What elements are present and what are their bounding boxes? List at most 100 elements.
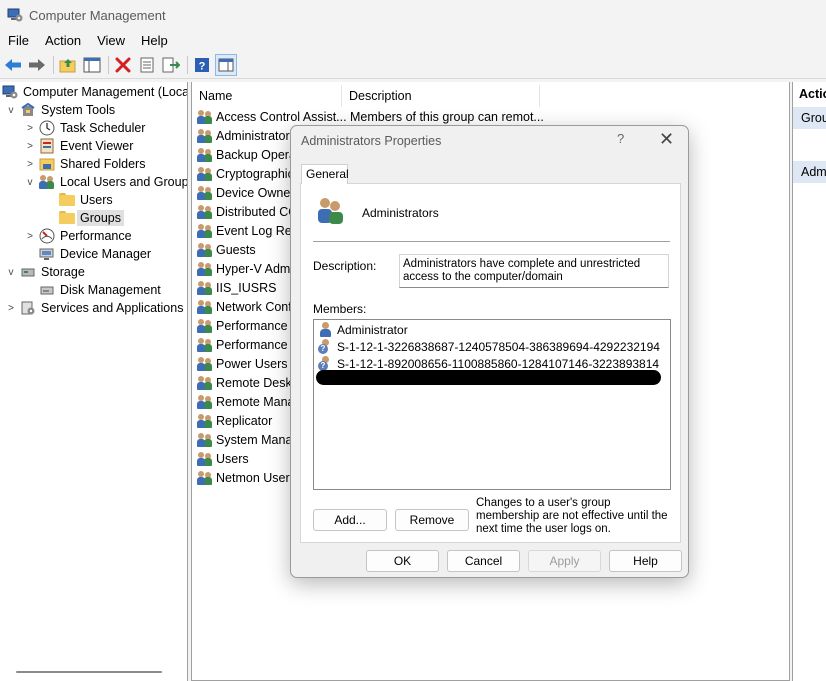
- member-name: S-1-12-1-3226838687-1240578504-386389694…: [337, 340, 660, 354]
- export-list-icon[interactable]: [160, 54, 182, 76]
- back-arrow-icon[interactable]: [2, 54, 24, 76]
- administrators-properties-dialog: Administrators Properties ? ✕ General Ad…: [290, 125, 689, 578]
- group-icon: [197, 337, 213, 353]
- group-icon: [197, 109, 213, 125]
- column-header-description[interactable]: Description: [342, 85, 540, 107]
- properties-icon[interactable]: [136, 54, 158, 76]
- forward-arrow-icon[interactable]: [26, 54, 48, 76]
- tree-item-device-manager[interactable]: Device Manager: [39, 245, 151, 263]
- actions-section-groups[interactable]: Grou: [793, 107, 826, 129]
- tree-item-disk-management[interactable]: Disk Management: [39, 281, 161, 299]
- help-button[interactable]: Help: [609, 550, 682, 572]
- menu-file[interactable]: File: [0, 30, 37, 52]
- services-icon: [20, 300, 36, 316]
- member-name: Administrator: [337, 323, 408, 337]
- actions-title: Actio: [799, 87, 826, 101]
- chevron-down-icon[interactable]: v: [5, 104, 17, 116]
- tree-item-system-tools[interactable]: v System Tools: [5, 101, 115, 119]
- tree-item-local-users-and-groups[interactable]: v Local Users and Groups: [24, 173, 188, 191]
- storage-icon: [20, 264, 36, 280]
- up-folder-icon[interactable]: [57, 54, 79, 76]
- actions-section-administrators[interactable]: Adm: [793, 161, 826, 183]
- tree-item-label: Task Scheduler: [60, 121, 146, 135]
- group-icon: [197, 280, 213, 296]
- horizontal-scrollbar[interactable]: [16, 671, 162, 673]
- member-item[interactable]: S-1-12-1-3226838687-1240578504-386389694…: [318, 339, 660, 355]
- group-icon: [197, 470, 213, 486]
- event-viewer-icon: [39, 138, 55, 154]
- close-icon[interactable]: ✕: [659, 129, 674, 150]
- title-bar: Computer Management: [0, 0, 826, 30]
- list-item[interactable]: Access Control Assist... Members of this …: [197, 107, 544, 126]
- remove-button[interactable]: Remove: [395, 509, 469, 531]
- performance-icon: [39, 228, 55, 244]
- delete-icon[interactable]: [112, 54, 134, 76]
- menu-action[interactable]: Action: [37, 30, 89, 52]
- help-question-icon[interactable]: ?: [617, 131, 624, 146]
- toolbar-separator: [108, 56, 109, 74]
- group-icon: [197, 413, 213, 429]
- system-tools-icon: [20, 102, 36, 118]
- console-tree: Computer Management (Local v System Tool…: [0, 82, 188, 681]
- group-icon: [197, 128, 213, 144]
- tree-item-label: System Tools: [41, 103, 116, 117]
- tree-item-label: Users: [80, 193, 113, 207]
- users-groups-icon: [39, 174, 55, 190]
- computer-management-icon: [2, 84, 18, 100]
- computer-management-icon: [7, 7, 23, 23]
- cancel-button[interactable]: Cancel: [447, 550, 520, 572]
- menu-view[interactable]: View: [89, 30, 133, 52]
- user-icon: [318, 322, 334, 338]
- folder-icon: [59, 193, 75, 209]
- shared-folder-icon: [39, 156, 55, 172]
- actions-pane: Actio Grou Adm: [792, 82, 826, 681]
- group-icon: [197, 204, 213, 220]
- apply-button[interactable]: Apply: [528, 550, 601, 572]
- chevron-down-icon[interactable]: v: [5, 266, 17, 278]
- group-icon: [197, 147, 213, 163]
- group-icon: [197, 261, 213, 277]
- show-hide-action-pane-icon[interactable]: [215, 54, 237, 76]
- toolbar: ?: [0, 52, 826, 79]
- group-icon: [197, 166, 213, 182]
- column-header-name[interactable]: Name: [192, 85, 342, 107]
- chevron-right-icon[interactable]: >: [5, 302, 17, 314]
- menu-help[interactable]: Help: [133, 30, 176, 52]
- tree-item-performance[interactable]: > Performance: [24, 227, 132, 245]
- tree-item-shared-folders[interactable]: > Shared Folders: [24, 155, 145, 173]
- tree-item-services-and-applications[interactable]: > Services and Applications: [5, 299, 183, 317]
- toolbar-separator: [53, 56, 54, 74]
- tree-item-label: Groups: [77, 210, 124, 226]
- chevron-right-icon[interactable]: >: [24, 158, 36, 170]
- tree-item-label: Storage: [41, 265, 85, 279]
- tree-item-computer-management[interactable]: Computer Management (Local: [2, 83, 187, 101]
- members-list[interactable]: Administrator S-1-12-1-3226838687-124057…: [313, 319, 671, 490]
- tree-item-task-scheduler[interactable]: > Task Scheduler: [24, 119, 145, 137]
- toolbar-separator: [187, 56, 188, 74]
- chevron-right-icon[interactable]: >: [24, 122, 36, 134]
- member-item[interactable]: Administrator: [318, 322, 408, 338]
- group-icon: [197, 242, 213, 258]
- tab-general[interactable]: General: [301, 164, 349, 184]
- tree-item-label: Services and Applications: [41, 301, 184, 315]
- tree-item-groups[interactable]: Groups: [59, 209, 124, 227]
- show-hide-tree-icon[interactable]: [81, 54, 103, 76]
- folder-icon: [59, 211, 75, 227]
- chevron-right-icon[interactable]: >: [24, 230, 36, 242]
- chevron-right-icon[interactable]: >: [24, 140, 36, 152]
- description-label: Description:: [313, 259, 377, 273]
- chevron-down-icon[interactable]: v: [24, 176, 36, 188]
- window-title: Computer Management: [29, 7, 166, 23]
- group-icon: [197, 299, 213, 315]
- tree-item-label: Local Users and Groups: [60, 175, 188, 189]
- ok-button[interactable]: OK: [366, 550, 439, 572]
- tree-item-users[interactable]: Users: [59, 191, 113, 209]
- tree-item-event-viewer[interactable]: > Event Viewer: [24, 137, 133, 155]
- description-field[interactable]: Administrators have complete and unrestr…: [399, 254, 669, 288]
- help-icon[interactable]: ?: [191, 54, 213, 76]
- group-icon: [197, 318, 213, 334]
- group-icon: [197, 356, 213, 372]
- device-manager-icon: [39, 246, 55, 262]
- add-button[interactable]: Add...: [313, 509, 387, 531]
- tree-item-storage[interactable]: v Storage: [5, 263, 85, 281]
